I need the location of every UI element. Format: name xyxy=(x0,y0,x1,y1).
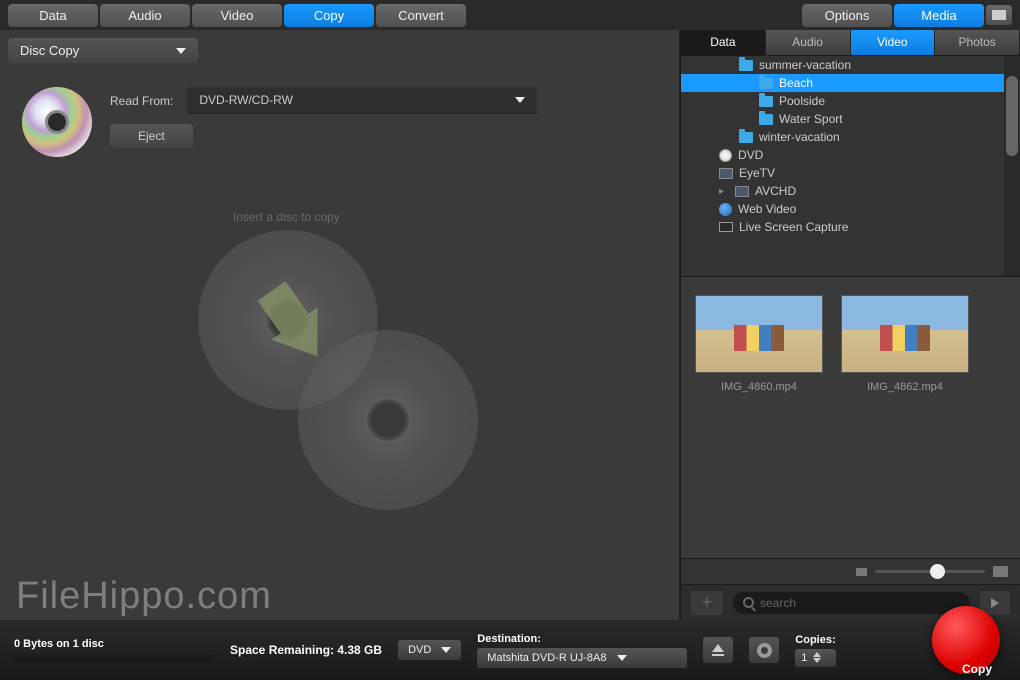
destination-dropdown[interactable]: Matshita DVD-R UJ-8A8 xyxy=(477,648,687,668)
mode-dropdown-label: Disc Copy xyxy=(20,43,79,58)
tree-folder-watersport[interactable]: Water Sport xyxy=(681,110,1020,128)
folder-icon xyxy=(759,114,773,125)
tab-data[interactable]: Data xyxy=(8,4,98,27)
stepper-down-icon[interactable] xyxy=(813,658,821,663)
gear-icon xyxy=(757,643,772,658)
media-tab-data[interactable]: Data xyxy=(681,30,766,55)
camera-icon xyxy=(735,186,749,197)
scrollbar-thumb[interactable] xyxy=(1006,76,1018,156)
thumbnail-item[interactable]: IMG_4862.mp4 xyxy=(841,295,969,393)
media-tab-video[interactable]: Video xyxy=(851,30,936,55)
eject-icon xyxy=(712,644,724,652)
tv-icon xyxy=(719,168,733,179)
space-remaining: Space Remaining: 4.38 GB xyxy=(230,643,382,657)
tree-folder-poolside[interactable]: Poolside xyxy=(681,92,1020,110)
copies-value: 1 xyxy=(801,652,807,664)
tab-convert[interactable]: Convert xyxy=(376,4,466,27)
folder-icon xyxy=(739,132,753,143)
folder-tree[interactable]: summer-vacation Beach Poolside Water Spo… xyxy=(681,56,1020,276)
tab-copy[interactable]: Copy xyxy=(284,4,374,27)
thumb-large-icon xyxy=(993,566,1008,577)
stepper-up-icon[interactable] xyxy=(813,652,821,657)
eject-button-footer[interactable] xyxy=(703,637,733,663)
dvd-icon xyxy=(719,149,732,162)
capacity-bar xyxy=(14,655,214,663)
window-icon[interactable] xyxy=(986,5,1012,25)
source-drive-select[interactable]: DVD-RW/CD-RW xyxy=(187,87,537,114)
insert-disc-hint: Insert a disc to copy xyxy=(233,210,340,224)
folder-icon xyxy=(759,96,773,107)
tree-folder-summer[interactable]: summer-vacation xyxy=(681,56,1020,74)
thumb-small-icon xyxy=(856,568,867,576)
thumbnail-grid: IMG_4860.mp4 IMG_4862.mp4 xyxy=(681,276,1020,558)
thumbnail-image xyxy=(841,295,969,373)
zoom-slider-thumb[interactable] xyxy=(930,564,945,579)
watermark: FileHippo.com xyxy=(16,575,272,618)
settings-button[interactable] xyxy=(749,637,779,663)
format-dropdown[interactable]: DVD xyxy=(398,640,461,660)
copies-stepper[interactable]: 1 xyxy=(795,649,835,667)
expand-icon: ▸ xyxy=(719,186,729,197)
thumbnail-item[interactable]: IMG_4860.mp4 xyxy=(695,295,823,393)
search-placeholder: search xyxy=(760,596,796,610)
add-button[interactable]: + xyxy=(691,591,723,615)
copies-label: Copies: xyxy=(795,634,835,646)
thumbnail-filename: IMG_4860.mp4 xyxy=(721,381,797,393)
disc-icon xyxy=(22,87,92,157)
tab-audio[interactable]: Audio xyxy=(100,4,190,27)
media-tab-photos[interactable]: Photos xyxy=(935,30,1020,55)
tree-scrollbar[interactable] xyxy=(1004,56,1020,276)
globe-icon xyxy=(719,203,732,216)
tab-options[interactable]: Options xyxy=(802,4,892,27)
search-icon xyxy=(743,597,754,608)
folder-icon xyxy=(759,78,773,89)
bytes-status: 0 Bytes on 1 disc xyxy=(14,638,214,650)
play-icon xyxy=(991,598,999,608)
zoom-slider[interactable] xyxy=(875,570,985,573)
chevron-down-icon xyxy=(176,48,186,54)
thumbnail-image xyxy=(695,295,823,373)
tree-folder-winter[interactable]: winter-vacation xyxy=(681,128,1020,146)
tab-media[interactable]: Media xyxy=(894,4,984,27)
chevron-down-icon xyxy=(617,655,627,661)
chevron-down-icon xyxy=(515,97,525,103)
chevron-down-icon xyxy=(441,647,451,653)
tab-video[interactable]: Video xyxy=(192,4,282,27)
target-disc-ghost-icon xyxy=(298,330,478,510)
thumbnail-filename: IMG_4862.mp4 xyxy=(867,381,943,393)
tree-item-eyetv[interactable]: EyeTV xyxy=(681,164,1020,182)
source-drive-value: DVD-RW/CD-RW xyxy=(199,93,293,107)
eject-button[interactable]: Eject xyxy=(110,124,193,148)
tree-item-web[interactable]: Web Video xyxy=(681,200,1020,218)
folder-icon xyxy=(739,60,753,71)
copy-illustration: Insert a disc to copy xyxy=(8,175,671,612)
tree-folder-beach[interactable]: Beach xyxy=(681,74,1020,92)
mode-dropdown[interactable]: Disc Copy xyxy=(8,38,198,63)
tree-item-dvd[interactable]: DVD xyxy=(681,146,1020,164)
screen-icon xyxy=(719,222,733,232)
tree-item-live[interactable]: Live Screen Capture xyxy=(681,218,1020,236)
search-input[interactable]: search xyxy=(733,592,970,614)
read-from-label: Read From: xyxy=(110,94,173,108)
tree-item-avchd[interactable]: ▸AVCHD xyxy=(681,182,1020,200)
media-tab-audio[interactable]: Audio xyxy=(766,30,851,55)
destination-label: Destination: xyxy=(477,633,687,645)
copy-button-label: Copy xyxy=(962,662,992,676)
